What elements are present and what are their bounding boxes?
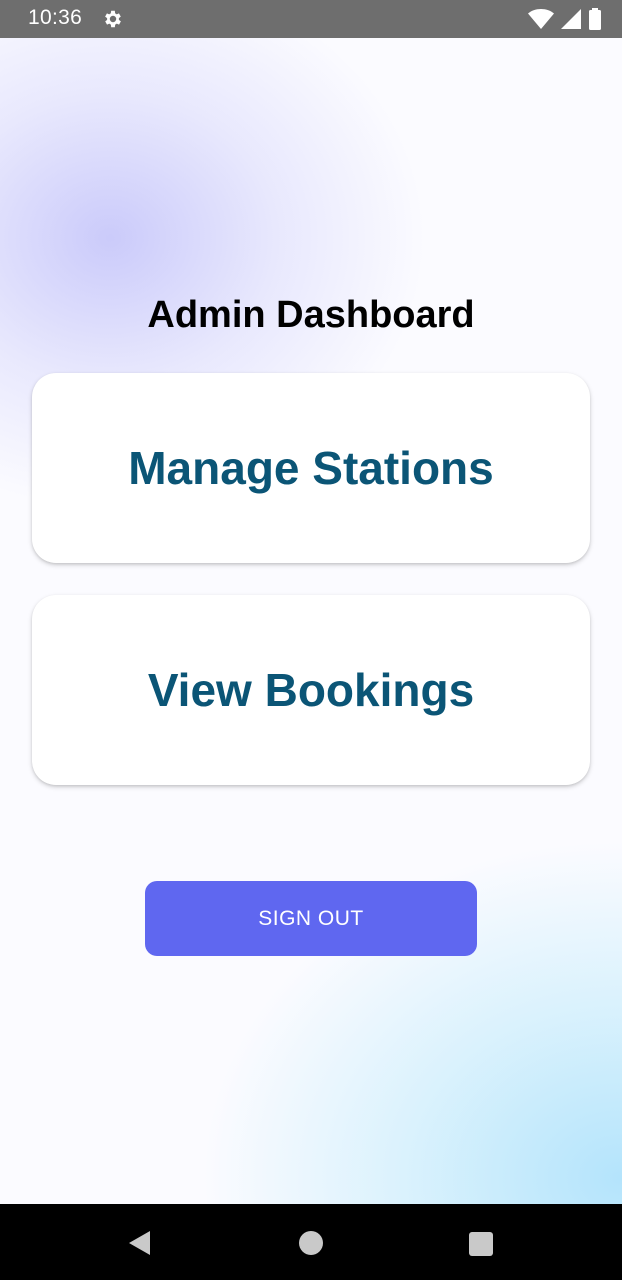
- gear-icon: [102, 8, 124, 30]
- app-content: Admin Dashboard Manage Stations View Boo…: [0, 38, 622, 1204]
- home-icon[interactable]: [299, 1231, 323, 1255]
- view-bookings-label: View Bookings: [147, 664, 475, 716]
- navigation-bar: [0, 1204, 622, 1280]
- sign-out-label: SIGN OUT: [258, 906, 364, 930]
- page-title: Admin Dashboard: [147, 294, 475, 336]
- wifi-icon: [528, 8, 554, 35]
- signal-icon: [560, 8, 582, 35]
- back-icon[interactable]: [128, 1230, 152, 1256]
- view-bookings-card[interactable]: View Bookings: [32, 595, 590, 785]
- status-time: 10:36: [28, 6, 83, 29]
- battery-icon: [588, 8, 602, 35]
- sign-out-button[interactable]: SIGN OUT: [145, 881, 477, 956]
- manage-stations-label: Manage Stations: [128, 442, 494, 494]
- recents-icon[interactable]: [469, 1232, 493, 1256]
- manage-stations-card[interactable]: Manage Stations: [32, 373, 590, 563]
- status-bar: 10:36: [0, 0, 622, 38]
